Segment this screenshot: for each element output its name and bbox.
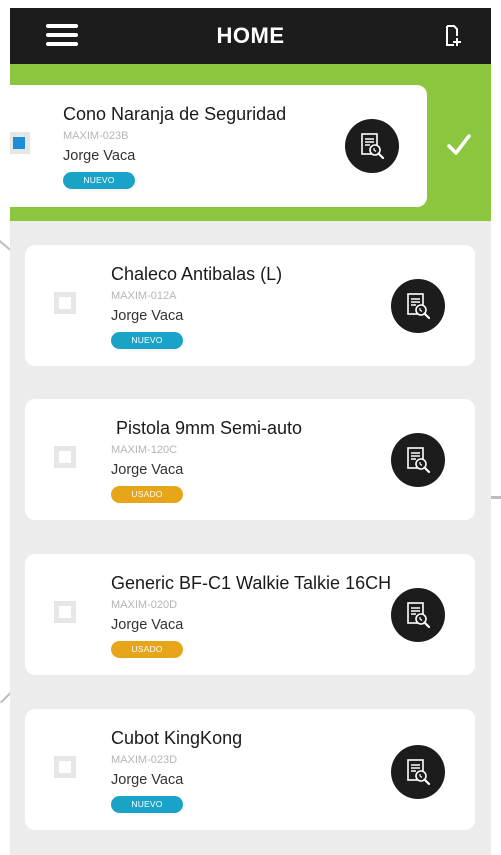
item-checkbox[interactable]: [54, 601, 76, 623]
item-code: MAXIM-023D: [111, 754, 178, 766]
item-checkbox[interactable]: [54, 292, 76, 314]
top-bar: HOME: [10, 8, 491, 64]
item-owner: Jorge Vaca: [111, 462, 184, 478]
list-item[interactable]: Pistola 9mm Semi-auto MAXIM-120C Jorge V…: [25, 399, 475, 520]
item-owner: Jorge Vaca: [111, 308, 184, 324]
item-name: Cono Naranja de Seguridad: [63, 104, 287, 124]
background-line-right: [491, 496, 501, 499]
item-code: MAXIM-023B: [63, 130, 129, 142]
item-owner: Jorge Vaca: [111, 617, 184, 633]
list-item[interactable]: Generic BF-C1 Walkie Talkie 16CH MAXIM-0…: [25, 554, 475, 675]
status-badge: NUEVO: [111, 332, 183, 349]
item-name: Chaleco Antibalas (L): [111, 264, 283, 284]
inspect-document-icon[interactable]: [391, 588, 445, 642]
status-badge: NUEVO: [111, 796, 183, 813]
status-badge: USADO: [111, 486, 183, 503]
list-item[interactable]: Cubot KingKong MAXIM-023D Jorge Vaca NUE…: [25, 709, 475, 830]
item-checkbox[interactable]: [54, 756, 76, 778]
app-screen: HOME Cono Naranja de Seguridad MAXIM-023…: [10, 8, 491, 855]
inspect-document-icon[interactable]: [345, 119, 399, 173]
inspect-document-icon[interactable]: [391, 745, 445, 799]
page-title: HOME: [216, 23, 285, 48]
item-name: Cubot KingKong: [111, 728, 243, 748]
checkmark-icon[interactable]: [446, 132, 472, 158]
item-checkbox[interactable]: [54, 446, 76, 468]
status-badge: USADO: [111, 641, 183, 658]
inspect-document-icon[interactable]: [391, 433, 445, 487]
item-name: Pistola 9mm Semi-auto: [111, 418, 303, 438]
item-code: MAXIM-012A: [111, 290, 177, 302]
item-code: MAXIM-120C: [111, 444, 178, 456]
status-badge: NUEVO: [63, 172, 135, 189]
item-code: MAXIM-020D: [111, 599, 178, 611]
inspect-document-icon[interactable]: [391, 279, 445, 333]
item-name: Generic BF-C1 Walkie Talkie 16CH: [111, 573, 392, 593]
item-owner: Jorge Vaca: [111, 772, 184, 788]
item-checkbox[interactable]: [10, 132, 30, 154]
item-owner: Jorge Vaca: [63, 148, 136, 164]
add-device-icon[interactable]: [442, 24, 464, 48]
list-item[interactable]: Cono Naranja de Seguridad MAXIM-023B Jor…: [10, 85, 427, 207]
list-item[interactable]: Chaleco Antibalas (L) MAXIM-012A Jorge V…: [25, 245, 475, 366]
